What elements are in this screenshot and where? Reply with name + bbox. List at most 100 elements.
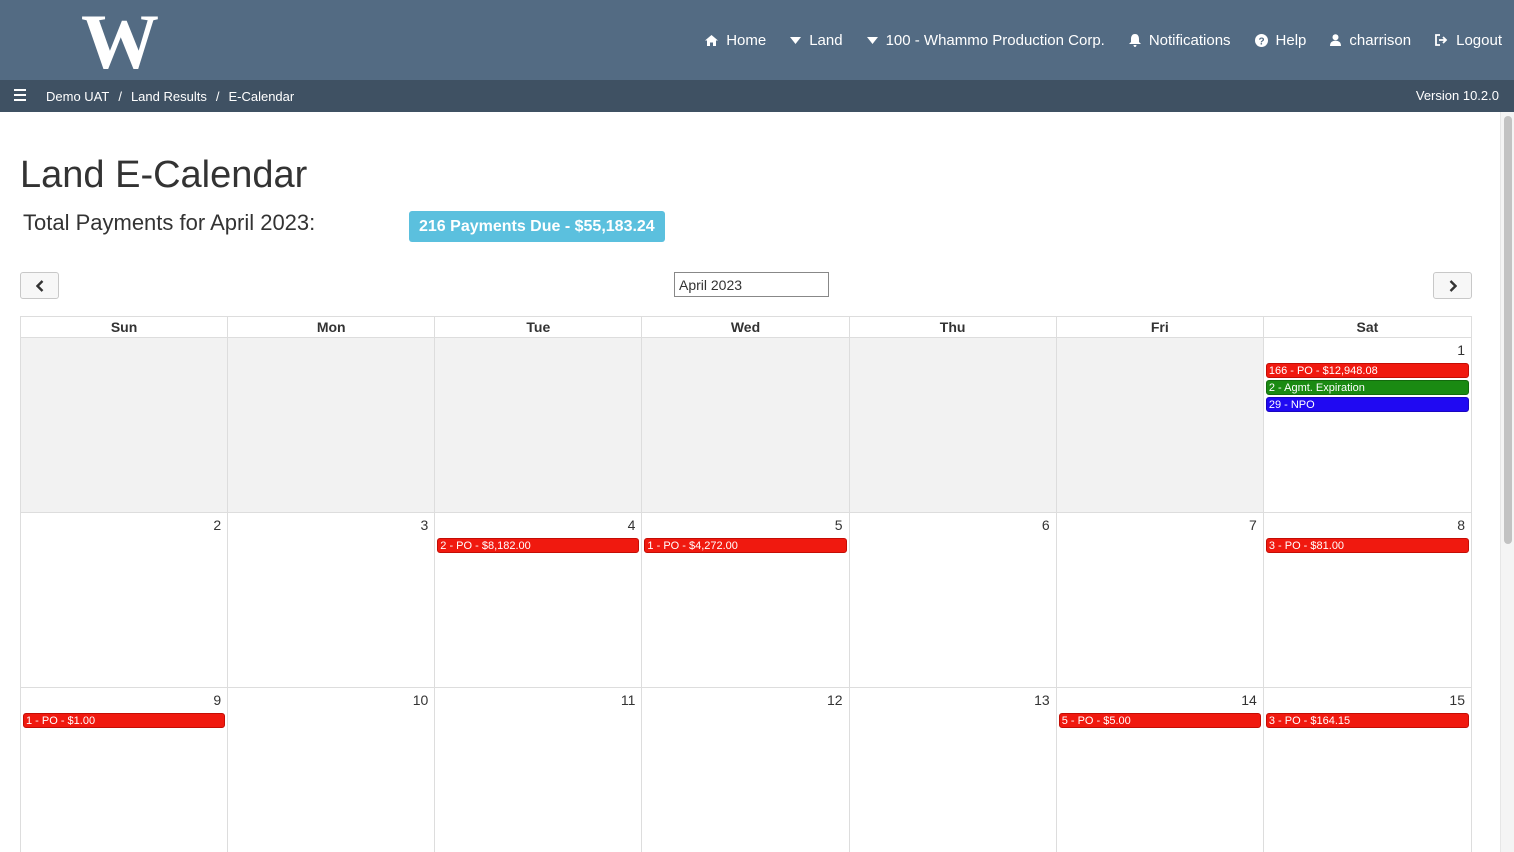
day-number: 11 [620, 692, 636, 708]
day-number: 2 [213, 517, 222, 533]
nav-company-label: 100 - Whammo Production Corp. [885, 31, 1105, 49]
chevron-left-icon [35, 279, 43, 292]
day-number: 7 [1249, 517, 1257, 533]
previous-month-button[interactable] [20, 272, 59, 299]
calendar-day-cell[interactable] [849, 338, 1057, 512]
calendar-day-cell[interactable]: 6 [850, 513, 1057, 687]
next-month-button[interactable] [1433, 272, 1472, 299]
calendar-event[interactable]: 1 - PO - $4,272.00 [644, 538, 847, 553]
day-number [1057, 341, 1263, 361]
logo[interactable]: W [80, 8, 160, 72]
breadcrumb-land-results[interactable]: Land Results [131, 89, 207, 104]
day-number: 15 [1449, 692, 1465, 708]
month-picker-input[interactable] [674, 272, 829, 297]
chevron-right-icon [1449, 279, 1457, 292]
calendar-event[interactable]: 166 - PO - $12,948.08 [1265, 363, 1469, 378]
calendar-day-cell[interactable]: 4 2 - PO - $8,182.00 [435, 513, 643, 687]
nav-logout[interactable]: Logout [1435, 32, 1502, 49]
caret-down-icon [866, 36, 878, 44]
breadcrumb-separator: / [118, 88, 122, 104]
day-number [435, 341, 641, 361]
weekday-mon: Mon [228, 317, 436, 337]
calendar-week-row: 1 166 - PO - $12,948.08 2 - Agmt. Expirati… [21, 338, 1471, 513]
nav-logout-label: Logout [1456, 31, 1502, 49]
calendar-day-cell[interactable]: 9 1 - PO - $1.00 [21, 688, 229, 852]
scrollbar-thumb[interactable] [1504, 116, 1512, 544]
breadcrumb-e-calendar: E-Calendar [228, 88, 295, 104]
calendar-day-cell[interactable]: 13 [850, 688, 1057, 852]
calendar-day-cell[interactable]: 5 1 - PO - $4,272.00 [642, 513, 850, 687]
nav-home[interactable]: Home [705, 32, 766, 49]
calendar-event[interactable]: 3 - PO - $81.00 [1265, 538, 1469, 553]
calendar-event[interactable]: 3 - PO - $164.15 [1265, 713, 1469, 728]
calendar-day-cell[interactable]: 10 [228, 688, 436, 852]
calendar-day-cell[interactable]: 11 [435, 688, 643, 852]
nav-land[interactable]: Land [790, 31, 843, 49]
weekday-sun: Sun [21, 317, 229, 337]
calendar-day-cell[interactable] [228, 338, 436, 512]
calendar-day-cell[interactable]: 14 5 - PO - $5.00 [1057, 688, 1264, 852]
menu-toggle-icon[interactable] [14, 89, 26, 103]
nav-help-label: Help [1275, 31, 1307, 49]
day-number [21, 341, 227, 361]
calendar-week-row: 91 - PO - $1.00 10 11 12 13 14 5 - PO - $5.00 1… [21, 688, 1471, 852]
calendar-day-cell[interactable]: 2 [21, 513, 229, 687]
nav-help[interactable]: ? Help [1254, 31, 1307, 49]
calendar-day-cell[interactable]: 15 3 - PO - $164.15 [1264, 688, 1471, 852]
calendar-day-cell[interactable]: 8 3 - PO - $81.00 [1264, 513, 1471, 687]
nav-notifications-label: Notifications [1148, 31, 1231, 49]
breadcrumb-demo-uat[interactable]: Demo UAT [46, 89, 109, 104]
nav-land-label: Land [809, 31, 843, 49]
main-nav: Home Land 100 - Whammo Production Corp. … [681, 0, 1502, 80]
weekday-fri: Fri [1057, 317, 1264, 337]
calendar-day-cell[interactable] [435, 338, 643, 512]
calendar-weekday-header: Sun Mon Tue Wed Thu Fri Sat [21, 317, 1471, 338]
day-number: 8 [1457, 517, 1465, 533]
calendar-day-cell[interactable] [1056, 338, 1264, 512]
question-circle-icon: ? [1254, 33, 1268, 47]
calendar-day-cell[interactable]: 7 [1057, 513, 1264, 687]
calendar-grid: Sun Mon Tue Wed Thu Fri Sat 1 166 - PO - … [20, 316, 1472, 852]
day-number: 9 [213, 692, 222, 708]
day-number: 4 [627, 517, 636, 533]
calendar-body: 1 166 - PO - $12,948.08 2 - Agmt. Expirati… [21, 338, 1471, 852]
home-icon [705, 34, 719, 46]
caret-down-icon [790, 36, 802, 44]
weekday-tue: Tue [435, 317, 643, 337]
nav-company[interactable]: 100 - Whammo Production Corp. [866, 31, 1105, 49]
day-number [228, 341, 434, 361]
calendar-day-cell[interactable] [21, 338, 229, 512]
calendar-event[interactable]: 2 - PO - $8,182.00 [437, 538, 640, 553]
payments-due-badge[interactable]: 216 Payments Due - $55,183.24 [409, 211, 665, 242]
calendar-event[interactable]: 5 - PO - $5.00 [1058, 713, 1261, 728]
day-number: 1 [1457, 342, 1465, 358]
day-number: 13 [1034, 692, 1050, 708]
logo-letter: W [81, 8, 159, 72]
nav-user[interactable]: charrison [1330, 32, 1411, 49]
nav-home-label: Home [726, 31, 767, 49]
calendar-day-cell[interactable]: 12 [642, 688, 850, 852]
day-number [642, 341, 848, 361]
calendar-event[interactable]: 2 - Agmt. Expiration [1265, 380, 1469, 395]
breadcrumb-bar: Demo UAT / Land Results / E-Calendar Ver… [0, 80, 1514, 112]
day-number: 10 [412, 692, 429, 708]
version-label: Version 10.2.0 [1415, 88, 1499, 103]
nav-user-label: charrison [1349, 31, 1412, 49]
calendar-day-cell[interactable]: 3 [228, 513, 436, 687]
breadcrumb: Demo UAT / Land Results / E-Calendar [46, 80, 294, 112]
page-scrollbar[interactable] [1500, 112, 1514, 852]
day-number: 6 [1041, 517, 1050, 533]
calendar-event[interactable]: 1 - PO - $1.00 [23, 713, 226, 728]
bell-icon [1128, 33, 1141, 47]
total-payments-label: Total Payments for April 2023: [23, 210, 316, 235]
day-number: 5 [834, 517, 843, 533]
day-number: 3 [420, 517, 429, 533]
nav-notifications[interactable]: Notifications [1128, 31, 1231, 49]
calendar-event[interactable]: 29 - NPO [1265, 397, 1469, 412]
user-icon [1330, 34, 1342, 46]
calendar-day-cell[interactable] [642, 338, 850, 512]
calendar-week-row: 2 3 4 2 - PO - $8,182.00 5 1 - PO - $4,272.00… [21, 513, 1471, 688]
calendar-day-cell[interactable]: 1 166 - PO - $12,948.08 2 - Agmt. Expirati… [1264, 338, 1471, 512]
weekday-sat: Sat [1356, 319, 1379, 335]
svg-text:?: ? [1258, 36, 1264, 47]
